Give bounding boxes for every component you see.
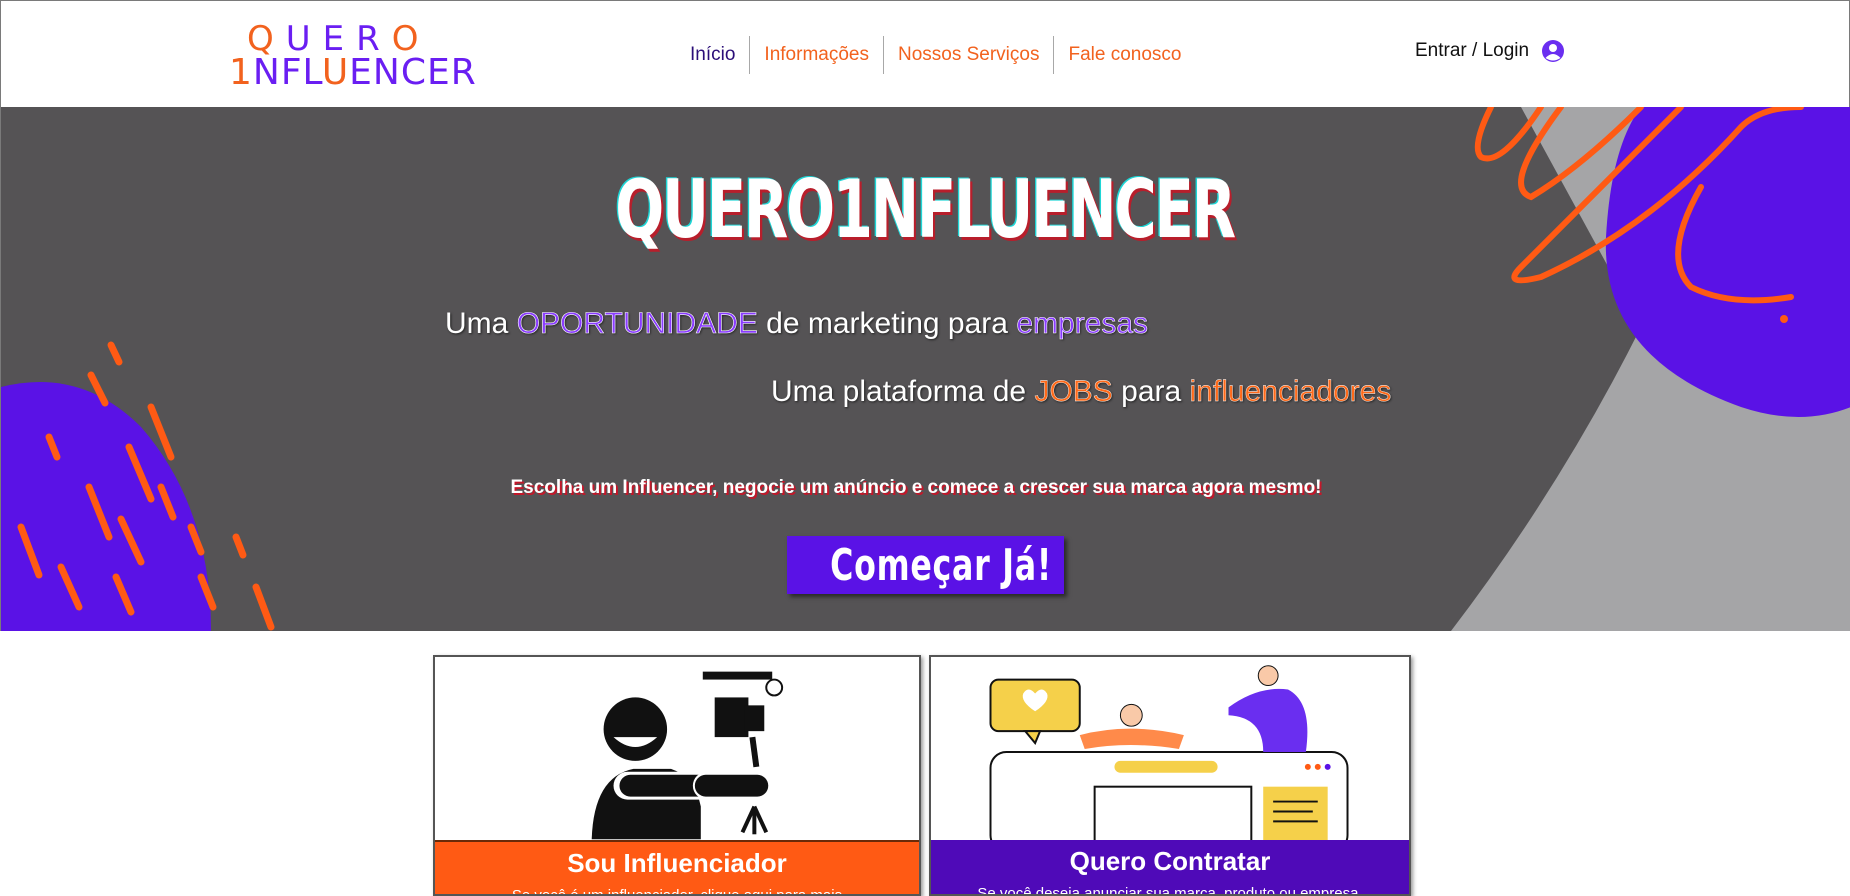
nav-item-inicio[interactable]: Início bbox=[676, 36, 749, 74]
hero-section: QUERO1NFLUENCER Uma OPORTUNIDADE de mark… bbox=[0, 107, 1850, 631]
hire-card-text: Se você deseja anunciar sua marca, produ… bbox=[977, 885, 1363, 896]
start-now-button[interactable]: Começar Já! bbox=[787, 536, 1064, 594]
hire-card-title: Quero Contratar bbox=[1069, 846, 1271, 876]
logo-line-2: 1NFLUENCER bbox=[229, 52, 477, 93]
site-header: QUERO 1NFLUENCER Início Informações Noss… bbox=[0, 0, 1850, 107]
login-label: Entrar / Login bbox=[1415, 40, 1530, 61]
user-avatar-icon bbox=[1542, 40, 1565, 62]
hero-tagline-companies: Uma OPORTUNIDADE de marketing para empre… bbox=[445, 307, 1149, 341]
hire-card[interactable]: Quero Contratar Se você deseja anunciar … bbox=[929, 655, 1411, 896]
influencer-card[interactable]: Sou Influenciador Se você é um influenci… bbox=[433, 655, 921, 896]
nav-item-informacoes[interactable]: Informações bbox=[749, 36, 883, 74]
social-media-team-illustration bbox=[989, 665, 1349, 840]
main-nav: Início Informações Nossos Serviços Fale … bbox=[676, 36, 1195, 74]
nav-item-servicos[interactable]: Nossos Serviços bbox=[882, 36, 1054, 74]
influencer-card-title: Sou Influenciador bbox=[567, 848, 787, 878]
influencer-card-footer: Sou Influenciador Se você é um influenci… bbox=[435, 840, 919, 896]
login-button[interactable]: Entrar / Login bbox=[1415, 39, 1565, 63]
site-logo[interactable]: QUERO 1NFLUENCER bbox=[229, 19, 476, 91]
videographer-illustration bbox=[591, 671, 784, 840]
hero-title: QUERO1NFLUENCER bbox=[615, 163, 1236, 256]
nav-item-contato[interactable]: Fale conosco bbox=[1053, 36, 1195, 74]
hero-subline: Escolha um Influencer, negocie um anúnci… bbox=[510, 477, 1322, 498]
hire-card-footer: Quero Contratar Se você deseja anunciar … bbox=[931, 840, 1409, 896]
hero-tagline-influencers: Uma plataforma de JOBS para influenciado… bbox=[771, 375, 1392, 408]
influencer-card-text: Se você é um influenciador, clique aqui … bbox=[511, 887, 843, 896]
